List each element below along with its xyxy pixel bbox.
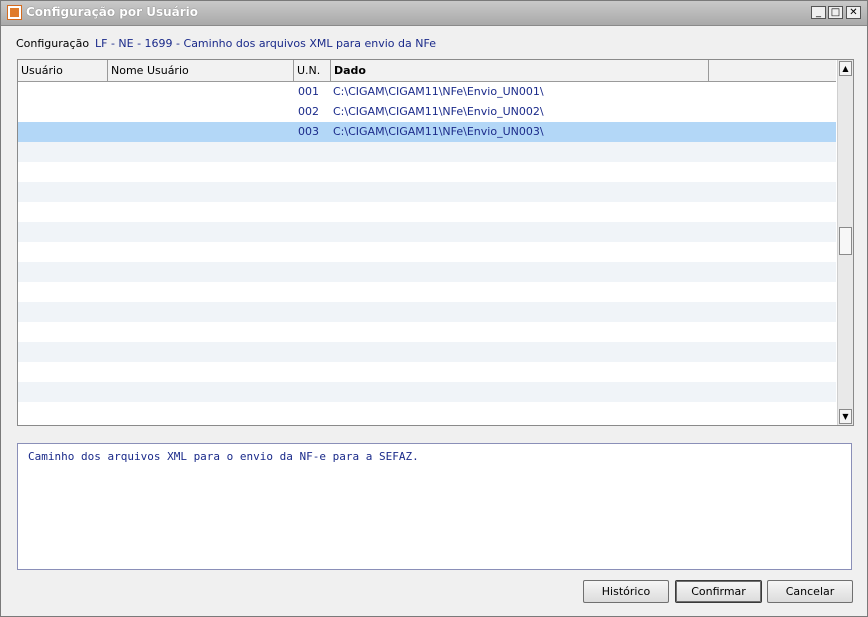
confirmar-button[interactable]: Confirmar [675, 580, 762, 603]
empty-row [18, 402, 836, 422]
empty-row [18, 262, 836, 282]
empty-row [18, 322, 836, 342]
scroll-up-arrow-icon[interactable]: ▲ [839, 61, 852, 76]
empty-row [18, 162, 836, 182]
user-config-grid[interactable]: Usuário Nome Usuário U.N. Dado 001 C:\CI… [17, 59, 854, 426]
grid-header: Usuário Nome Usuário U.N. Dado [18, 60, 836, 82]
description-box: Caminho dos arquivos XML para o envio da… [17, 443, 852, 570]
empty-row [18, 242, 836, 262]
historico-button-label: Histórico [601, 585, 651, 598]
confirmar-button-label: Confirmar [691, 585, 746, 598]
empty-row [18, 282, 836, 302]
empty-row [18, 182, 836, 202]
column-header-un[interactable]: U.N. [294, 60, 331, 81]
close-button[interactable]: ✕ [846, 6, 861, 19]
description-text: Caminho dos arquivos XML para o envio da… [28, 450, 419, 463]
config-value: LF - NE - 1699 - Caminho dos arquivos XM… [95, 37, 436, 50]
maximize-button[interactable]: □ [828, 6, 843, 19]
column-header-nome-usuario[interactable]: Nome Usuário [108, 60, 294, 81]
vertical-scrollbar[interactable]: ▲ ▼ [837, 60, 853, 425]
scroll-down-arrow-icon[interactable]: ▼ [839, 409, 852, 424]
cell-un: 002 [298, 105, 319, 118]
config-window: Configuração por Usuário _ □ ✕ Configura… [0, 0, 868, 617]
empty-row [18, 202, 836, 222]
empty-row [18, 222, 836, 242]
app-icon [7, 5, 22, 20]
cell-un: 003 [298, 125, 319, 138]
cell-un: 001 [298, 85, 319, 98]
empty-row [18, 142, 836, 162]
empty-row [18, 382, 836, 402]
table-row[interactable]: 002 C:\CIGAM\CIGAM11\NFe\Envio_UN002\ [18, 102, 836, 122]
table-row[interactable]: 001 C:\CIGAM\CIGAM11\NFe\Envio_UN001\ [18, 82, 836, 102]
cell-dado: C:\CIGAM\CIGAM11\NFe\Envio_UN003\ [333, 125, 544, 138]
scrollbar-thumb[interactable] [839, 227, 852, 255]
historico-button[interactable]: Histórico [583, 580, 669, 603]
column-header-dado[interactable]: Dado [331, 60, 709, 81]
minimize-button[interactable]: _ [811, 6, 826, 19]
title-bar[interactable]: Configuração por Usuário _ □ ✕ [1, 1, 867, 26]
empty-row [18, 302, 836, 322]
table-row-selected[interactable]: 003 C:\CIGAM\CIGAM11\NFe\Envio_UN003\ [18, 122, 836, 142]
window-title: Configuração por Usuário [26, 5, 199, 19]
cell-dado: C:\CIGAM\CIGAM11\NFe\Envio_UN001\ [333, 85, 544, 98]
cancelar-button-label: Cancelar [785, 585, 835, 598]
empty-row [18, 342, 836, 362]
config-label: Configuração [16, 37, 90, 50]
column-header-usuario[interactable]: Usuário [18, 60, 108, 81]
cell-dado: C:\CIGAM\CIGAM11\NFe\Envio_UN002\ [333, 105, 544, 118]
cancelar-button[interactable]: Cancelar [767, 580, 853, 603]
empty-row [18, 362, 836, 382]
column-header-blank [709, 60, 836, 81]
grid-rows: 001 C:\CIGAM\CIGAM11\NFe\Envio_UN001\ 00… [18, 82, 836, 422]
